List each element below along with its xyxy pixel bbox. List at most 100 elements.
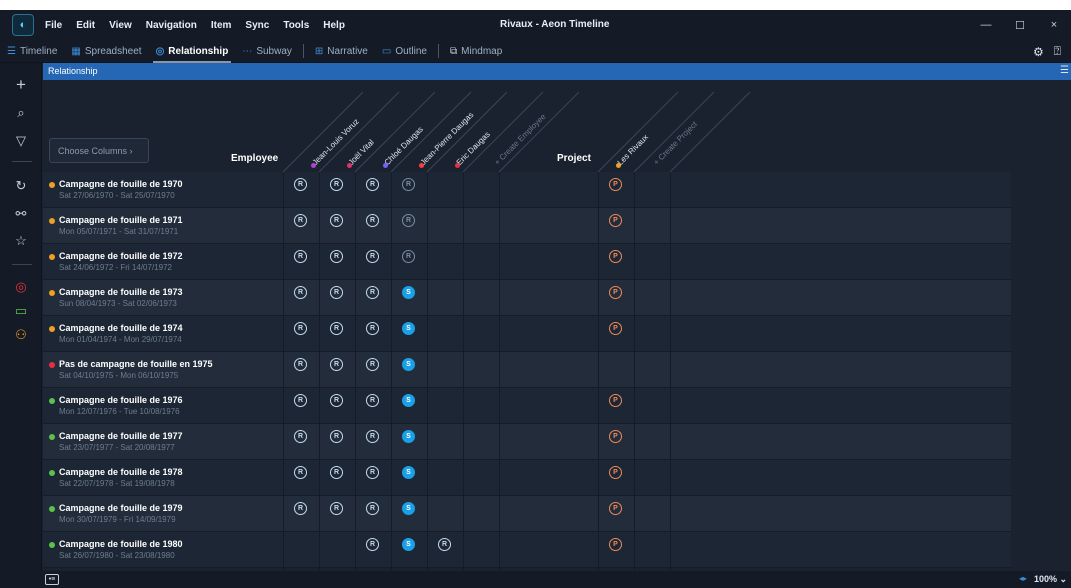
role-r-badge[interactable]: R: [294, 430, 307, 443]
row-event-name[interactable]: Campagne de fouille de 1977: [59, 431, 183, 441]
role-r-badge[interactable]: R: [294, 394, 307, 407]
role-s-badge[interactable]: S: [402, 466, 415, 479]
role-s-badge[interactable]: S: [402, 538, 415, 551]
role-r-badge[interactable]: R: [330, 430, 343, 443]
role-r-badge[interactable]: R: [294, 322, 307, 335]
role-r-badge[interactable]: R: [294, 286, 307, 299]
role-r-badge[interactable]: R: [366, 430, 379, 443]
menu-item-help[interactable]: Help: [323, 20, 345, 31]
tab-subway[interactable]: ⋯ Subway: [235, 40, 299, 63]
role-r-badge[interactable]: R: [330, 286, 343, 299]
table-row[interactable]: Campagne de fouille de 1978 Sat 22/07/197…: [43, 460, 1011, 496]
role-r-badge[interactable]: R: [366, 502, 379, 515]
panel-menu-icon[interactable]: ☰: [1060, 65, 1069, 76]
table-row[interactable]: Campagne de fouille de 1971 Mon 05/07/197…: [43, 208, 1011, 244]
sync-icon[interactable]: ↻: [0, 178, 42, 194]
tab-mindmap[interactable]: ⧉ Mindmap: [443, 40, 509, 63]
role-r-badge[interactable]: R: [330, 322, 343, 335]
target-icon[interactable]: ◎: [0, 279, 42, 295]
role-r-badge[interactable]: R: [330, 394, 343, 407]
maximize-icon[interactable]: ☐: [1003, 19, 1037, 32]
row-event-name[interactable]: Campagne de fouille de 1974: [59, 323, 183, 333]
row-event-name[interactable]: Campagne de fouille de 1970: [59, 179, 183, 189]
row-event-name[interactable]: Pas de campagne de fouille en 1975: [59, 359, 213, 369]
tab-relationship[interactable]: ◎ Relationship: [149, 40, 236, 63]
menu-item-edit[interactable]: Edit: [76, 20, 95, 31]
role-r-badge[interactable]: R: [366, 178, 379, 191]
list-view-icon[interactable]: •≡: [45, 574, 59, 585]
tab-outline[interactable]: ▭ Outline: [375, 40, 434, 63]
role-r-badge[interactable]: R: [330, 358, 343, 371]
tab-timeline[interactable]: ☰ Timeline: [0, 40, 64, 63]
role-r-badge[interactable]: R: [330, 214, 343, 227]
settings-gear-icon[interactable]: ⚙: [1033, 45, 1044, 59]
tab-narrative[interactable]: ⊞ Narrative: [308, 40, 375, 63]
filter-icon[interactable]: ▽: [0, 133, 42, 149]
menu-item-view[interactable]: View: [109, 20, 132, 31]
role-r-badge[interactable]: R: [294, 358, 307, 371]
menu-item-item[interactable]: Item: [211, 20, 232, 31]
table-row[interactable]: Campagne de fouille de 1980 Sat 26/07/198…: [43, 532, 1011, 568]
project-p-badge[interactable]: P: [609, 250, 622, 263]
zoom-icon[interactable]: ◂▸: [1019, 574, 1027, 583]
minimize-icon[interactable]: —: [969, 19, 1003, 31]
role-r-badge[interactable]: R: [330, 250, 343, 263]
role-r-badge[interactable]: R: [366, 358, 379, 371]
role-r-badge[interactable]: R: [294, 466, 307, 479]
zoom-level[interactable]: 100% ⌄: [1034, 574, 1067, 585]
people-icon[interactable]: ⚇: [0, 327, 42, 343]
role-r-badge[interactable]: R: [330, 178, 343, 191]
role-r-badge[interactable]: R: [402, 178, 415, 191]
table-row[interactable]: Campagne de fouille de 1972 Sat 24/06/197…: [43, 244, 1011, 280]
row-event-name[interactable]: Campagne de fouille de 1971: [59, 215, 183, 225]
row-event-name[interactable]: Campagne de fouille de 1976: [59, 395, 183, 405]
menu-item-tools[interactable]: Tools: [283, 20, 309, 31]
row-event-name[interactable]: Campagne de fouille de 1978: [59, 467, 183, 477]
role-r-badge[interactable]: R: [366, 322, 379, 335]
project-p-badge[interactable]: P: [609, 394, 622, 407]
role-r-badge[interactable]: R: [366, 250, 379, 263]
role-s-badge[interactable]: S: [402, 286, 415, 299]
project-p-badge[interactable]: P: [609, 538, 622, 551]
role-r-badge[interactable]: R: [294, 214, 307, 227]
project-p-badge[interactable]: P: [609, 502, 622, 515]
role-r-badge[interactable]: R: [402, 250, 415, 263]
tab-spreadsheet[interactable]: ▦ Spreadsheet: [64, 40, 148, 63]
project-p-badge[interactable]: P: [609, 214, 622, 227]
help-icon[interactable]: ⍰: [1054, 44, 1061, 59]
role-r-badge[interactable]: R: [438, 538, 451, 551]
menu-item-navigation[interactable]: Navigation: [146, 20, 197, 31]
project-p-badge[interactable]: P: [609, 178, 622, 191]
role-r-badge[interactable]: R: [366, 466, 379, 479]
table-row[interactable]: Campagne de fouille de 1977 Sat 23/07/197…: [43, 424, 1011, 460]
table-row[interactable]: Campagne de fouille de 1979 Mon 30/07/197…: [43, 496, 1011, 532]
role-r-badge[interactable]: R: [402, 214, 415, 227]
table-row[interactable]: Pas de campagne de fouille en 1975 Sat 04…: [43, 352, 1011, 388]
role-r-badge[interactable]: R: [366, 538, 379, 551]
row-event-name[interactable]: Campagne de fouille de 1972: [59, 251, 183, 261]
role-r-badge[interactable]: R: [294, 502, 307, 515]
row-event-name[interactable]: Campagne de fouille de 1980: [59, 539, 183, 549]
search-icon[interactable]: ⌕: [0, 105, 42, 121]
menu-item-sync[interactable]: Sync: [245, 20, 269, 31]
role-r-badge[interactable]: R: [294, 178, 307, 191]
table-row[interactable]: Campagne de fouille de 1974 Mon 01/04/197…: [43, 316, 1011, 352]
role-s-badge[interactable]: S: [402, 358, 415, 371]
row-event-name[interactable]: Campagne de fouille de 1973: [59, 287, 183, 297]
role-s-badge[interactable]: S: [402, 394, 415, 407]
row-event-name[interactable]: Campagne de fouille de 1979: [59, 503, 183, 513]
table-row[interactable]: Campagne de fouille de 1970 Sat 27/06/197…: [43, 172, 1011, 208]
menu-item-file[interactable]: File: [45, 20, 62, 31]
role-r-badge[interactable]: R: [366, 394, 379, 407]
role-s-badge[interactable]: S: [402, 502, 415, 515]
table-row[interactable]: Campagne de fouille de 1976 Mon 12/07/197…: [43, 388, 1011, 424]
role-r-badge[interactable]: R: [330, 502, 343, 515]
folder-icon[interactable]: ▭: [0, 303, 42, 319]
role-r-badge[interactable]: R: [366, 286, 379, 299]
project-p-badge[interactable]: P: [609, 286, 622, 299]
add-icon[interactable]: +: [0, 75, 42, 95]
role-r-badge[interactable]: R: [294, 250, 307, 263]
role-r-badge[interactable]: R: [330, 466, 343, 479]
table-row[interactable]: Campagne de fouille de 1973 Sun 08/04/197…: [43, 280, 1011, 316]
project-p-badge[interactable]: P: [609, 466, 622, 479]
